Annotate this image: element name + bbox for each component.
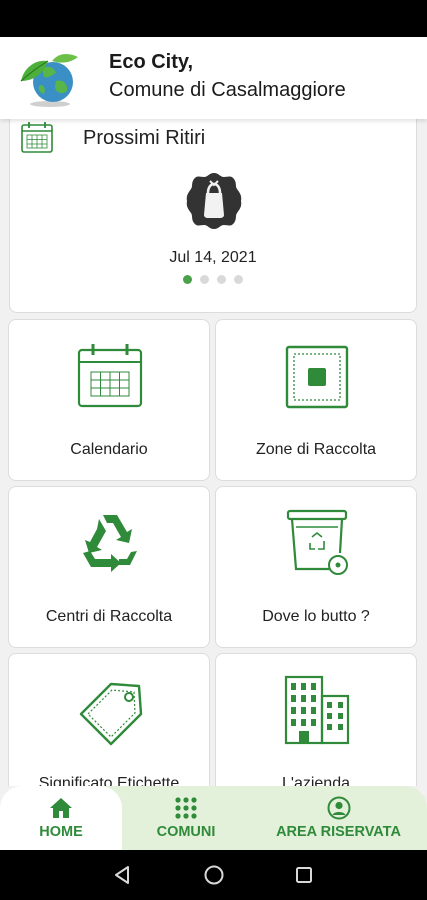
nav-comuni[interactable]: COMUNI — [122, 786, 250, 850]
company-building-icon — [284, 675, 350, 745]
waste-bag-badge-icon — [186, 173, 242, 229]
grid-dots-icon — [175, 797, 197, 819]
carousel-dot[interactable] — [217, 275, 226, 284]
tile-centri-di-raccolta[interactable]: Centri di Raccolta — [8, 486, 210, 648]
tile-azienda[interactable]: L'azienda — [215, 653, 417, 786]
home-icon — [50, 798, 72, 818]
carousel-dot[interactable] — [234, 275, 243, 284]
tile-label: Calendario — [70, 441, 148, 458]
nav-label: HOME — [39, 824, 83, 840]
home-circle-icon[interactable] — [202, 863, 226, 887]
main-content[interactable]: Prossimi Ritiri Jul 14, 2021 Calendario … — [0, 119, 427, 786]
nav-area-riservata[interactable]: AREA RISERVATA — [250, 786, 427, 850]
calendar-icon — [77, 344, 143, 408]
tile-zone-di-raccolta[interactable]: Zone di Raccolta — [215, 319, 417, 481]
tile-label: Dove lo butto ? — [262, 608, 370, 625]
tile-label: L'azienda — [282, 775, 350, 786]
recycle-icon — [83, 515, 137, 572]
carousel-dot[interactable] — [200, 275, 209, 284]
tile-significato-etichette[interactable]: Significato Etichette — [8, 653, 210, 786]
user-circle-icon — [327, 796, 350, 820]
tile-label: Significato Etichette — [38, 775, 180, 786]
system-navigation-bar — [0, 850, 427, 900]
next-pickups-card[interactable]: Prossimi Ritiri Jul 14, 2021 — [9, 119, 417, 313]
collection-zone-icon — [285, 345, 349, 409]
label-tag-icon — [79, 682, 143, 746]
tile-label: Centri di Raccolta — [45, 608, 173, 625]
carousel-dot[interactable] — [183, 275, 192, 284]
carousel-indicator[interactable] — [10, 275, 416, 284]
recycle-bin-icon — [286, 509, 348, 575]
app-title: Eco City, — [109, 51, 194, 73]
pickup-date: Jul 14, 2021 — [169, 249, 257, 266]
tile-dove-lo-butto[interactable]: Dove lo butto ? — [215, 486, 417, 648]
status-bar — [0, 0, 427, 37]
nav-label: AREA RISERVATA — [276, 824, 401, 840]
pickup-title: Prossimi Ritiri — [83, 127, 206, 149]
tile-calendario[interactable]: Calendario — [8, 319, 210, 481]
nav-home[interactable]: HOME — [0, 786, 122, 850]
app-header: Eco City, Comune di Casalmaggiore — [0, 37, 427, 119]
tile-label: Zone di Raccolta — [255, 441, 377, 458]
bottom-navigation: HOME COMUNI AREA RISERVATA — [0, 786, 427, 850]
nav-label: COMUNI — [156, 824, 216, 840]
calendar-icon — [21, 122, 53, 153]
app-subtitle: Comune di Casalmaggiore — [109, 79, 346, 101]
back-icon[interactable] — [110, 863, 134, 887]
eco-globe-leaf-logo — [20, 53, 78, 107]
recents-icon[interactable] — [292, 863, 316, 887]
